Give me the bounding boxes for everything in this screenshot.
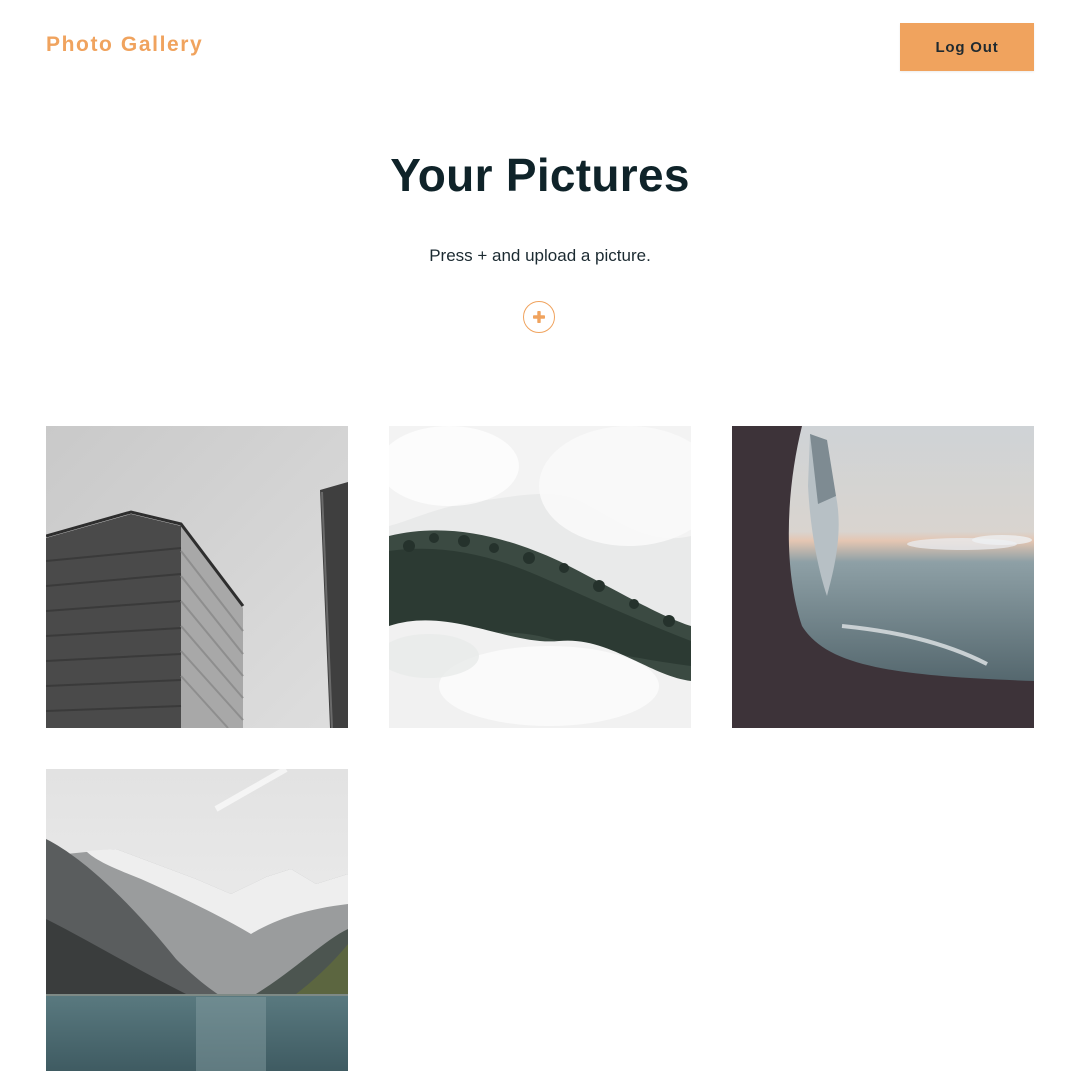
airplane-wing-photo (732, 426, 1034, 728)
plus-icon (533, 311, 545, 323)
mountain-lake-photo (46, 769, 348, 1071)
gallery-item-foggy-forest[interactable] (389, 426, 691, 728)
gallery-item-airplane-wing[interactable] (732, 426, 1034, 728)
page-title: Your Pictures (390, 149, 690, 201)
gallery-item-mountain-lake[interactable] (46, 769, 348, 1071)
building-photo (46, 426, 348, 728)
logout-button[interactable]: Log Out (900, 23, 1034, 71)
gallery-item-building[interactable] (46, 426, 348, 728)
brand-title: Photo Gallery (46, 33, 204, 56)
upload-instructions: Press + and upload a picture. (429, 246, 651, 265)
upload-button[interactable] (523, 301, 555, 333)
foggy-forest-photo (389, 426, 691, 728)
